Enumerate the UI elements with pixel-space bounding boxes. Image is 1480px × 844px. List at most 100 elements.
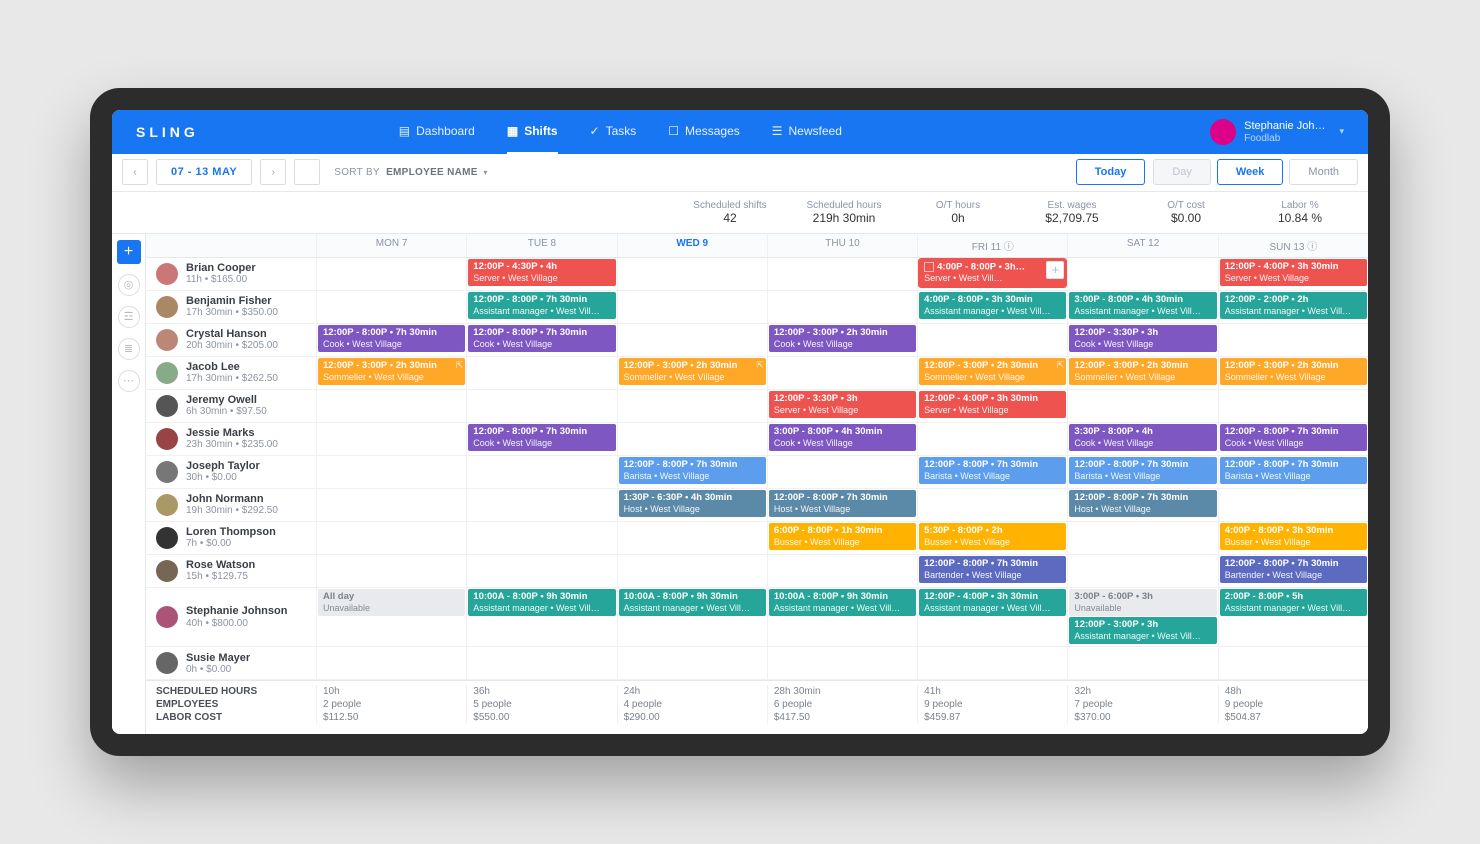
schedule-cell[interactable]: 12:00P - 3:00P • 2h 30min Sommelier • We… [1218, 357, 1368, 389]
schedule-cell[interactable] [316, 291, 466, 323]
schedule-cell[interactable] [767, 647, 917, 679]
shift-block[interactable]: 12:00P - 3:00P • 2h 30min Sommelier • We… [1220, 358, 1367, 385]
view-week[interactable]: Week [1217, 159, 1284, 185]
schedule-cell[interactable]: 10:00A - 8:00P • 9h 30min Assistant mana… [767, 588, 917, 647]
schedule-cell[interactable]: 10:00A - 8:00P • 9h 30min Assistant mana… [466, 588, 616, 647]
shift-block[interactable]: All day Unavailable [318, 589, 465, 616]
schedule-cell[interactable]: 3:30P - 8:00P • 4h Cook • West Village [1067, 423, 1217, 455]
schedule-cell[interactable]: 12:00P - 8:00P • 7h 30min Barista • West… [1067, 456, 1217, 488]
schedule-cell[interactable] [767, 555, 917, 587]
schedule-cell[interactable]: 12:00P - 8:00P • 7h 30min Bartender • We… [1218, 555, 1368, 587]
schedule-cell[interactable]: 12:00P - 3:00P • 2h 30min Sommelier • We… [1067, 357, 1217, 389]
date-range-button[interactable]: 07 - 13 MAY [156, 159, 252, 185]
shift-block[interactable]: 12:00P - 8:00P • 7h 30min Cook • West Vi… [1220, 424, 1367, 451]
day-header[interactable]: FRI 11 ⓘ [917, 234, 1067, 257]
schedule-cell[interactable] [767, 291, 917, 323]
employee-cell[interactable]: Jacob Lee 17h 30min • $262.50 [146, 357, 316, 389]
nav-shifts[interactable]: ▦Shifts [507, 110, 558, 154]
shift-block[interactable]: 12:00P - 2:00P • 2h Assistant manager • … [1220, 292, 1367, 319]
add-shift-inline[interactable]: + [1046, 261, 1064, 279]
shift-block[interactable]: 12:00P - 4:30P • 4h Server • West Villag… [468, 259, 615, 286]
shift-block[interactable]: 12:00P - 8:00P • 7h 30min Barista • West… [919, 457, 1066, 484]
schedule-cell[interactable] [1067, 522, 1217, 554]
shift-block[interactable]: 12:00P - 3:00P • 2h 30min Sommelier • We… [619, 358, 766, 385]
shift-block[interactable]: 1:30P - 6:30P • 4h 30min Host • West Vil… [619, 490, 766, 517]
schedule-cell[interactable]: 12:00P - 4:00P • 3h 30min Assistant mana… [917, 588, 1067, 647]
schedule-cell[interactable] [316, 423, 466, 455]
schedule-cell[interactable] [316, 555, 466, 587]
schedule-cell[interactable]: 12:00P - 3:00P • 2h 30min Sommelier • We… [917, 357, 1067, 389]
schedule-cell[interactable] [466, 357, 616, 389]
location-filter-icon[interactable]: ◎ [118, 274, 140, 296]
shift-block[interactable]: 12:00P - 8:00P • 7h 30min Host • West Vi… [769, 490, 916, 517]
shift-block[interactable]: 3:00P - 6:00P • 3h Unavailable [1069, 589, 1216, 616]
day-header[interactable]: MON 7 [316, 234, 466, 257]
schedule-cell[interactable]: 3:00P - 8:00P • 4h 30min Assistant manag… [1067, 291, 1217, 323]
schedule-cell[interactable] [917, 489, 1067, 521]
schedule-cell[interactable] [466, 390, 616, 422]
schedule-cell[interactable] [316, 647, 466, 679]
shift-block[interactable]: 12:00P - 8:00P • 7h 30min Cook • West Vi… [468, 424, 615, 451]
schedule-cell[interactable] [917, 423, 1067, 455]
schedule-cell[interactable]: 12:00P - 8:00P • 7h 30min Host • West Vi… [767, 489, 917, 521]
schedule-cell[interactable]: All day Unavailable [316, 588, 466, 647]
nav-newsfeed[interactable]: ☰Newsfeed [772, 110, 842, 154]
employee-cell[interactable]: Susie Mayer 0h • $0.00 [146, 647, 316, 679]
schedule-cell[interactable] [316, 390, 466, 422]
shift-checkbox[interactable] [924, 262, 934, 272]
schedule-cell[interactable]: 12:00P - 3:30P • 3h Cook • West Village [1067, 324, 1217, 356]
schedule-cell[interactable]: 12:00P - 4:30P • 4h Server • West Villag… [466, 258, 616, 290]
schedule-cell[interactable] [1067, 555, 1217, 587]
shift-block[interactable]: 12:00P - 3:30P • 3h Cook • West Village [1069, 325, 1216, 352]
shift-block[interactable]: 12:00P - 3:00P • 2h 30min Sommelier • We… [919, 358, 1066, 385]
schedule-cell[interactable]: 4:00P - 8:00P • 3h 30min Busser • West V… [1218, 522, 1368, 554]
sort-by[interactable]: SORT BY EMPLOYEE NAME ▾ [334, 167, 487, 178]
schedule-cell[interactable]: 12:00P - 8:00P • 7h 30min Bartender • We… [917, 555, 1067, 587]
schedule-cell[interactable] [617, 522, 767, 554]
schedule-cell[interactable] [316, 456, 466, 488]
nav-tasks[interactable]: ✓Tasks [590, 110, 637, 154]
schedule-cell[interactable]: 12:00P - 2:00P • 2h Assistant manager • … [1218, 291, 1368, 323]
schedule-cell[interactable] [617, 291, 767, 323]
schedule-cell[interactable]: 12:00P - 8:00P • 7h 30min Cook • West Vi… [316, 324, 466, 356]
schedule-cell[interactable] [316, 522, 466, 554]
shift-block[interactable]: 12:00P - 3:00P • 2h 30min Sommelier • We… [318, 358, 465, 385]
schedule-cell[interactable]: 12:00P - 3:00P • 2h 30min Sommelier • We… [316, 357, 466, 389]
day-header[interactable]: TUE 8 [466, 234, 616, 257]
next-week-button[interactable]: › [260, 159, 286, 185]
shift-block[interactable]: 12:00P - 3:30P • 3h Server • West Villag… [769, 391, 916, 418]
shift-block[interactable]: 10:00A - 8:00P • 9h 30min Assistant mana… [468, 589, 615, 616]
schedule-cell[interactable] [466, 555, 616, 587]
day-header[interactable]: SUN 13 ⓘ [1218, 234, 1368, 257]
schedule-cell[interactable]: 12:00P - 3:00P • 2h 30min Sommelier • We… [617, 357, 767, 389]
day-header[interactable]: SAT 12 [1067, 234, 1217, 257]
schedule-cell[interactable]: 3:00P - 8:00P • 4h 30min Cook • West Vil… [767, 423, 917, 455]
shift-block[interactable]: 3:00P - 8:00P • 4h 30min Cook • West Vil… [769, 424, 916, 451]
prev-week-button[interactable]: ‹ [122, 159, 148, 185]
schedule-cell[interactable]: 12:00P - 8:00P • 7h 30min Barista • West… [1218, 456, 1368, 488]
schedule-cell[interactable] [617, 555, 767, 587]
employee-cell[interactable]: Loren Thompson 7h • $0.00 [146, 522, 316, 554]
shift-block[interactable]: 4:00P - 8:00P • 3h 30min Busser • West V… [1220, 523, 1367, 550]
schedule-cell[interactable] [617, 258, 767, 290]
list-icon[interactable]: ≣ [118, 338, 140, 360]
employee-cell[interactable]: Joseph Taylor 30h • $0.00 [146, 456, 316, 488]
schedule-cell[interactable] [917, 324, 1067, 356]
schedule-cell[interactable]: 12:00P - 3:00P • 2h 30min Cook • West Vi… [767, 324, 917, 356]
employee-cell[interactable]: Benjamin Fisher 17h 30min • $350.00 [146, 291, 316, 323]
shift-block[interactable]: 12:00P - 8:00P • 7h 30min Bartender • We… [919, 556, 1066, 583]
shift-block[interactable]: 10:00A - 8:00P • 9h 30min Assistant mana… [619, 589, 766, 616]
shift-block[interactable]: 12:00P - 8:00P • 7h 30min Barista • West… [1220, 457, 1367, 484]
schedule-cell[interactable]: 6:00P - 8:00P • 1h 30min Busser • West V… [767, 522, 917, 554]
schedule-cell[interactable] [1218, 647, 1368, 679]
schedule-cell[interactable] [1218, 390, 1368, 422]
day-header[interactable]: THU 10 [767, 234, 917, 257]
schedule-cell[interactable] [767, 456, 917, 488]
shift-block[interactable]: 2:00P - 8:00P • 5h Assistant manager • W… [1220, 589, 1367, 616]
schedule-cell[interactable] [767, 258, 917, 290]
employee-cell[interactable]: Brian Cooper 11h • $165.00 [146, 258, 316, 290]
schedule-cell[interactable] [466, 456, 616, 488]
shift-block[interactable]: 12:00P - 3:00P • 3h Assistant manager • … [1069, 617, 1216, 644]
schedule-cell[interactable]: 12:00P - 8:00P • 7h 30min Cook • West Vi… [466, 324, 616, 356]
schedule-cell[interactable] [316, 258, 466, 290]
